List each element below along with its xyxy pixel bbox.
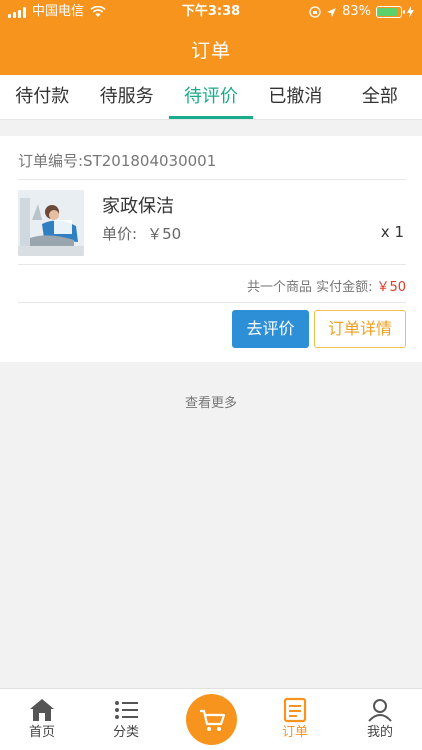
see-more-link[interactable]: 查看更多 — [0, 392, 422, 411]
nav-mine[interactable]: 我的 — [338, 689, 422, 741]
cart-icon — [199, 709, 225, 731]
product-price-row: 单价: ￥50 — [102, 223, 181, 244]
product-name: 家政保洁 — [102, 196, 174, 217]
user-icon — [368, 699, 392, 722]
charging-icon — [407, 6, 414, 18]
location-icon — [327, 7, 337, 17]
nav-orders-label: 订单 — [281, 725, 308, 740]
divider — [18, 302, 406, 303]
order-card: 订单编号:ST201804030001 家政保洁 单价: ￥50 x 1 共一个… — [0, 136, 422, 362]
rotation-lock-icon — [309, 6, 321, 18]
tab-pending-service[interactable]: 待服务 — [84, 75, 168, 119]
order-icon — [283, 697, 307, 723]
product-image[interactable] — [18, 190, 84, 256]
tab-cancelled[interactable]: 已撤消 — [253, 75, 337, 119]
nav-mine-label: 我的 — [366, 725, 393, 740]
unit-price: ￥50 — [147, 225, 182, 243]
nav-category-label: 分类 — [112, 725, 139, 740]
nav-category[interactable]: 分类 — [84, 689, 168, 741]
order-detail-button[interactable]: 订单详情 — [314, 310, 406, 348]
review-button[interactable]: 去评价 — [232, 310, 309, 348]
nav-home[interactable]: 首页 — [0, 689, 84, 741]
order-number: 订单编号:ST201804030001 — [18, 152, 217, 170]
divider — [18, 179, 406, 180]
home-icon — [30, 699, 54, 721]
status-bar: 中国电信 下午3:38 83% — [0, 0, 422, 24]
nav-cart-button[interactable] — [186, 694, 237, 745]
nav-home-label: 首页 — [28, 725, 55, 740]
summary-text: 共一个商品 实付金额: — [246, 280, 373, 295]
tab-pending-review[interactable]: 待评价 — [169, 75, 254, 119]
price-label: 单价: — [102, 225, 138, 243]
divider — [18, 264, 406, 265]
battery-percent: 83% — [342, 4, 371, 19]
tab-pending-payment[interactable]: 待付款 — [0, 75, 84, 119]
battery-icon — [376, 6, 405, 18]
total-amount: ￥50 — [376, 280, 406, 295]
nav-orders[interactable]: 订单 — [253, 689, 337, 741]
list-icon — [115, 701, 138, 719]
page-title: 订单 — [190, 40, 231, 62]
tab-all[interactable]: 全部 — [338, 75, 422, 119]
header: 中国电信 下午3:38 83% 订单 — [0, 0, 422, 75]
quantity: x 1 — [380, 223, 404, 241]
order-summary: 共一个商品 实付金额: ￥50 — [247, 276, 406, 295]
order-tabs: 待付款 待服务 待评价 已撤消 全部 — [0, 75, 422, 120]
